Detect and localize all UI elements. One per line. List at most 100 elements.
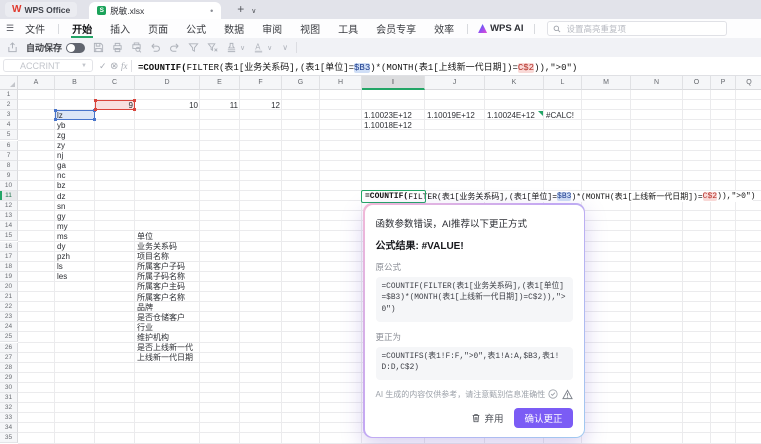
grid-cell-D24[interactable]: 行业 [135, 323, 260, 333]
column-header[interactable]: D [135, 76, 200, 90]
grid-cell-B3[interactable]: lz [55, 111, 155, 121]
row-header[interactable]: 2 [0, 100, 18, 111]
column-header[interactable]: M [582, 76, 631, 90]
row-header[interactable]: 13 [0, 211, 18, 222]
menu-item[interactable]: 插入 [101, 19, 139, 38]
warning-icon[interactable] [561, 389, 573, 400]
row-header[interactable]: 15 [0, 231, 18, 242]
row-header[interactable]: 21 [0, 292, 18, 303]
stamp-icon[interactable] [226, 42, 237, 53]
formula-input[interactable]: =COUNTIF(FILTER(表1[业务关系码],(表1[单位]=$B3)*(… [138, 60, 577, 73]
row-header[interactable]: 17 [0, 251, 18, 262]
grid-cell-B10[interactable]: bz [55, 181, 155, 191]
grid-cell-D18[interactable]: 所属客户子码 [135, 262, 260, 272]
share-icon[interactable] [7, 42, 18, 53]
autosave-toggle[interactable] [66, 42, 86, 53]
grid-cell-B13[interactable]: gy [55, 212, 155, 222]
column-header[interactable]: P [711, 76, 736, 90]
row-header[interactable]: 25 [0, 332, 18, 343]
column-header[interactable]: O [683, 76, 711, 90]
column-header[interactable]: E [200, 76, 240, 90]
column-header[interactable]: G [282, 76, 320, 90]
row-header[interactable]: 16 [0, 241, 18, 252]
row-header[interactable]: 23 [0, 312, 18, 323]
app-menu-button[interactable]: W WPS Office [5, 2, 78, 17]
column-header[interactable]: K [485, 76, 544, 90]
discard-button[interactable]: 弃用 [471, 411, 503, 425]
grid-cell-B4[interactable]: yb [55, 121, 155, 131]
grid-cell-I4[interactable]: 1.10018E+12 [362, 121, 485, 131]
cancel-entry-icon[interactable]: ⊗ [110, 57, 118, 75]
select-all-corner[interactable] [0, 76, 18, 90]
filter-icon[interactable] [188, 42, 199, 53]
row-header[interactable]: 31 [0, 393, 18, 404]
row-header[interactable]: 12 [0, 201, 18, 212]
row-header[interactable]: 9 [0, 170, 18, 181]
grid-cell-B6[interactable]: zy [55, 141, 155, 151]
menu-item[interactable]: 页面 [139, 19, 177, 38]
row-header[interactable]: 33 [0, 413, 18, 424]
grid-cell-F2[interactable]: 12 [240, 101, 282, 111]
name-box-chevron-icon[interactable]: ▼ [81, 63, 87, 69]
grid-cell-D26[interactable]: 是否上线新一代 [135, 343, 260, 353]
grid-cell-B5[interactable]: zg [55, 131, 155, 141]
row-header[interactable]: 4 [0, 120, 18, 131]
grid-cell-D20[interactable]: 所属客户主码 [135, 282, 260, 292]
row-header[interactable]: 35 [0, 433, 18, 444]
row-header[interactable]: 18 [0, 261, 18, 272]
row-header[interactable]: 20 [0, 281, 18, 292]
save-icon[interactable] [93, 42, 104, 53]
autosave-control[interactable]: 自动保存 [26, 41, 86, 54]
menu-file[interactable]: 文件 [16, 19, 54, 38]
row-header[interactable]: 19 [0, 271, 18, 282]
command-search-box[interactable] [546, 21, 727, 36]
menu-item[interactable]: 审阅 [253, 19, 291, 38]
cell-editor[interactable]: =COUNTIF(FILTER(表1[业务关系码],(表1[单位]= $B3)*(… [362, 190, 755, 202]
grid-cell-B12[interactable]: sn [55, 202, 155, 212]
menu-item[interactable]: 视图 [291, 19, 329, 38]
column-header[interactable]: I [362, 76, 425, 90]
row-header[interactable]: 32 [0, 403, 18, 414]
grid-cell-D22[interactable]: 品牌 [135, 303, 260, 313]
redo-icon[interactable] [169, 42, 180, 53]
menu-wps-ai[interactable]: WPS AI [472, 23, 529, 34]
column-header[interactable]: C [95, 76, 135, 90]
column-header[interactable]: A [18, 76, 55, 90]
row-header[interactable]: 14 [0, 221, 18, 232]
font-color-icon[interactable]: A [253, 42, 264, 53]
row-header[interactable]: 6 [0, 140, 18, 151]
column-header[interactable]: Q [736, 76, 761, 90]
menu-item[interactable]: 开始 [63, 19, 101, 38]
menu-item[interactable]: 工具 [329, 19, 367, 38]
font-color-dropdown-chevron-icon[interactable]: ∨ [267, 44, 272, 52]
row-header[interactable]: 1 [0, 90, 18, 101]
error-flag-icon[interactable] [538, 111, 543, 117]
menu-item[interactable]: 数据 [215, 19, 253, 38]
row-header[interactable]: 29 [0, 372, 18, 383]
insert-function-icon[interactable]: fx [121, 57, 128, 75]
menu-item[interactable]: 效率 [425, 19, 463, 38]
column-header[interactable]: L [544, 76, 582, 90]
row-header[interactable]: 22 [0, 302, 18, 313]
grid-cell-B9[interactable]: nc [55, 171, 155, 181]
row-header[interactable]: 24 [0, 322, 18, 333]
grid-cell-D2[interactable]: 10 [135, 101, 200, 111]
grid-cell-B7[interactable]: nj [55, 151, 155, 161]
row-header[interactable]: 30 [0, 382, 18, 393]
grid-cell-D21[interactable]: 所属客户名称 [135, 293, 260, 303]
more-tools-icon[interactable]: ∨ [282, 43, 288, 52]
grid-cell-E2[interactable]: 11 [200, 101, 240, 111]
grid-cell-L3[interactable]: #CALC! [544, 111, 642, 121]
confirm-entry-icon[interactable]: ✓ [99, 57, 107, 75]
tab-list-chevron-icon[interactable]: ∨ [251, 7, 256, 15]
column-header[interactable]: B [55, 76, 95, 90]
grid-cell-D19[interactable]: 所属子码名称 [135, 272, 260, 282]
grid-cell-D25[interactable]: 维护机构 [135, 333, 260, 343]
grid-cell-C2[interactable]: 9 [95, 101, 135, 111]
row-header[interactable]: 7 [0, 150, 18, 161]
row-header[interactable]: 8 [0, 160, 18, 171]
document-tab[interactable]: S 脱敏.xlsx • [89, 2, 222, 19]
grid-cell-D16[interactable]: 业务关系码 [135, 242, 260, 252]
filter-clear-icon[interactable] [207, 42, 218, 53]
column-header[interactable]: J [425, 76, 485, 90]
